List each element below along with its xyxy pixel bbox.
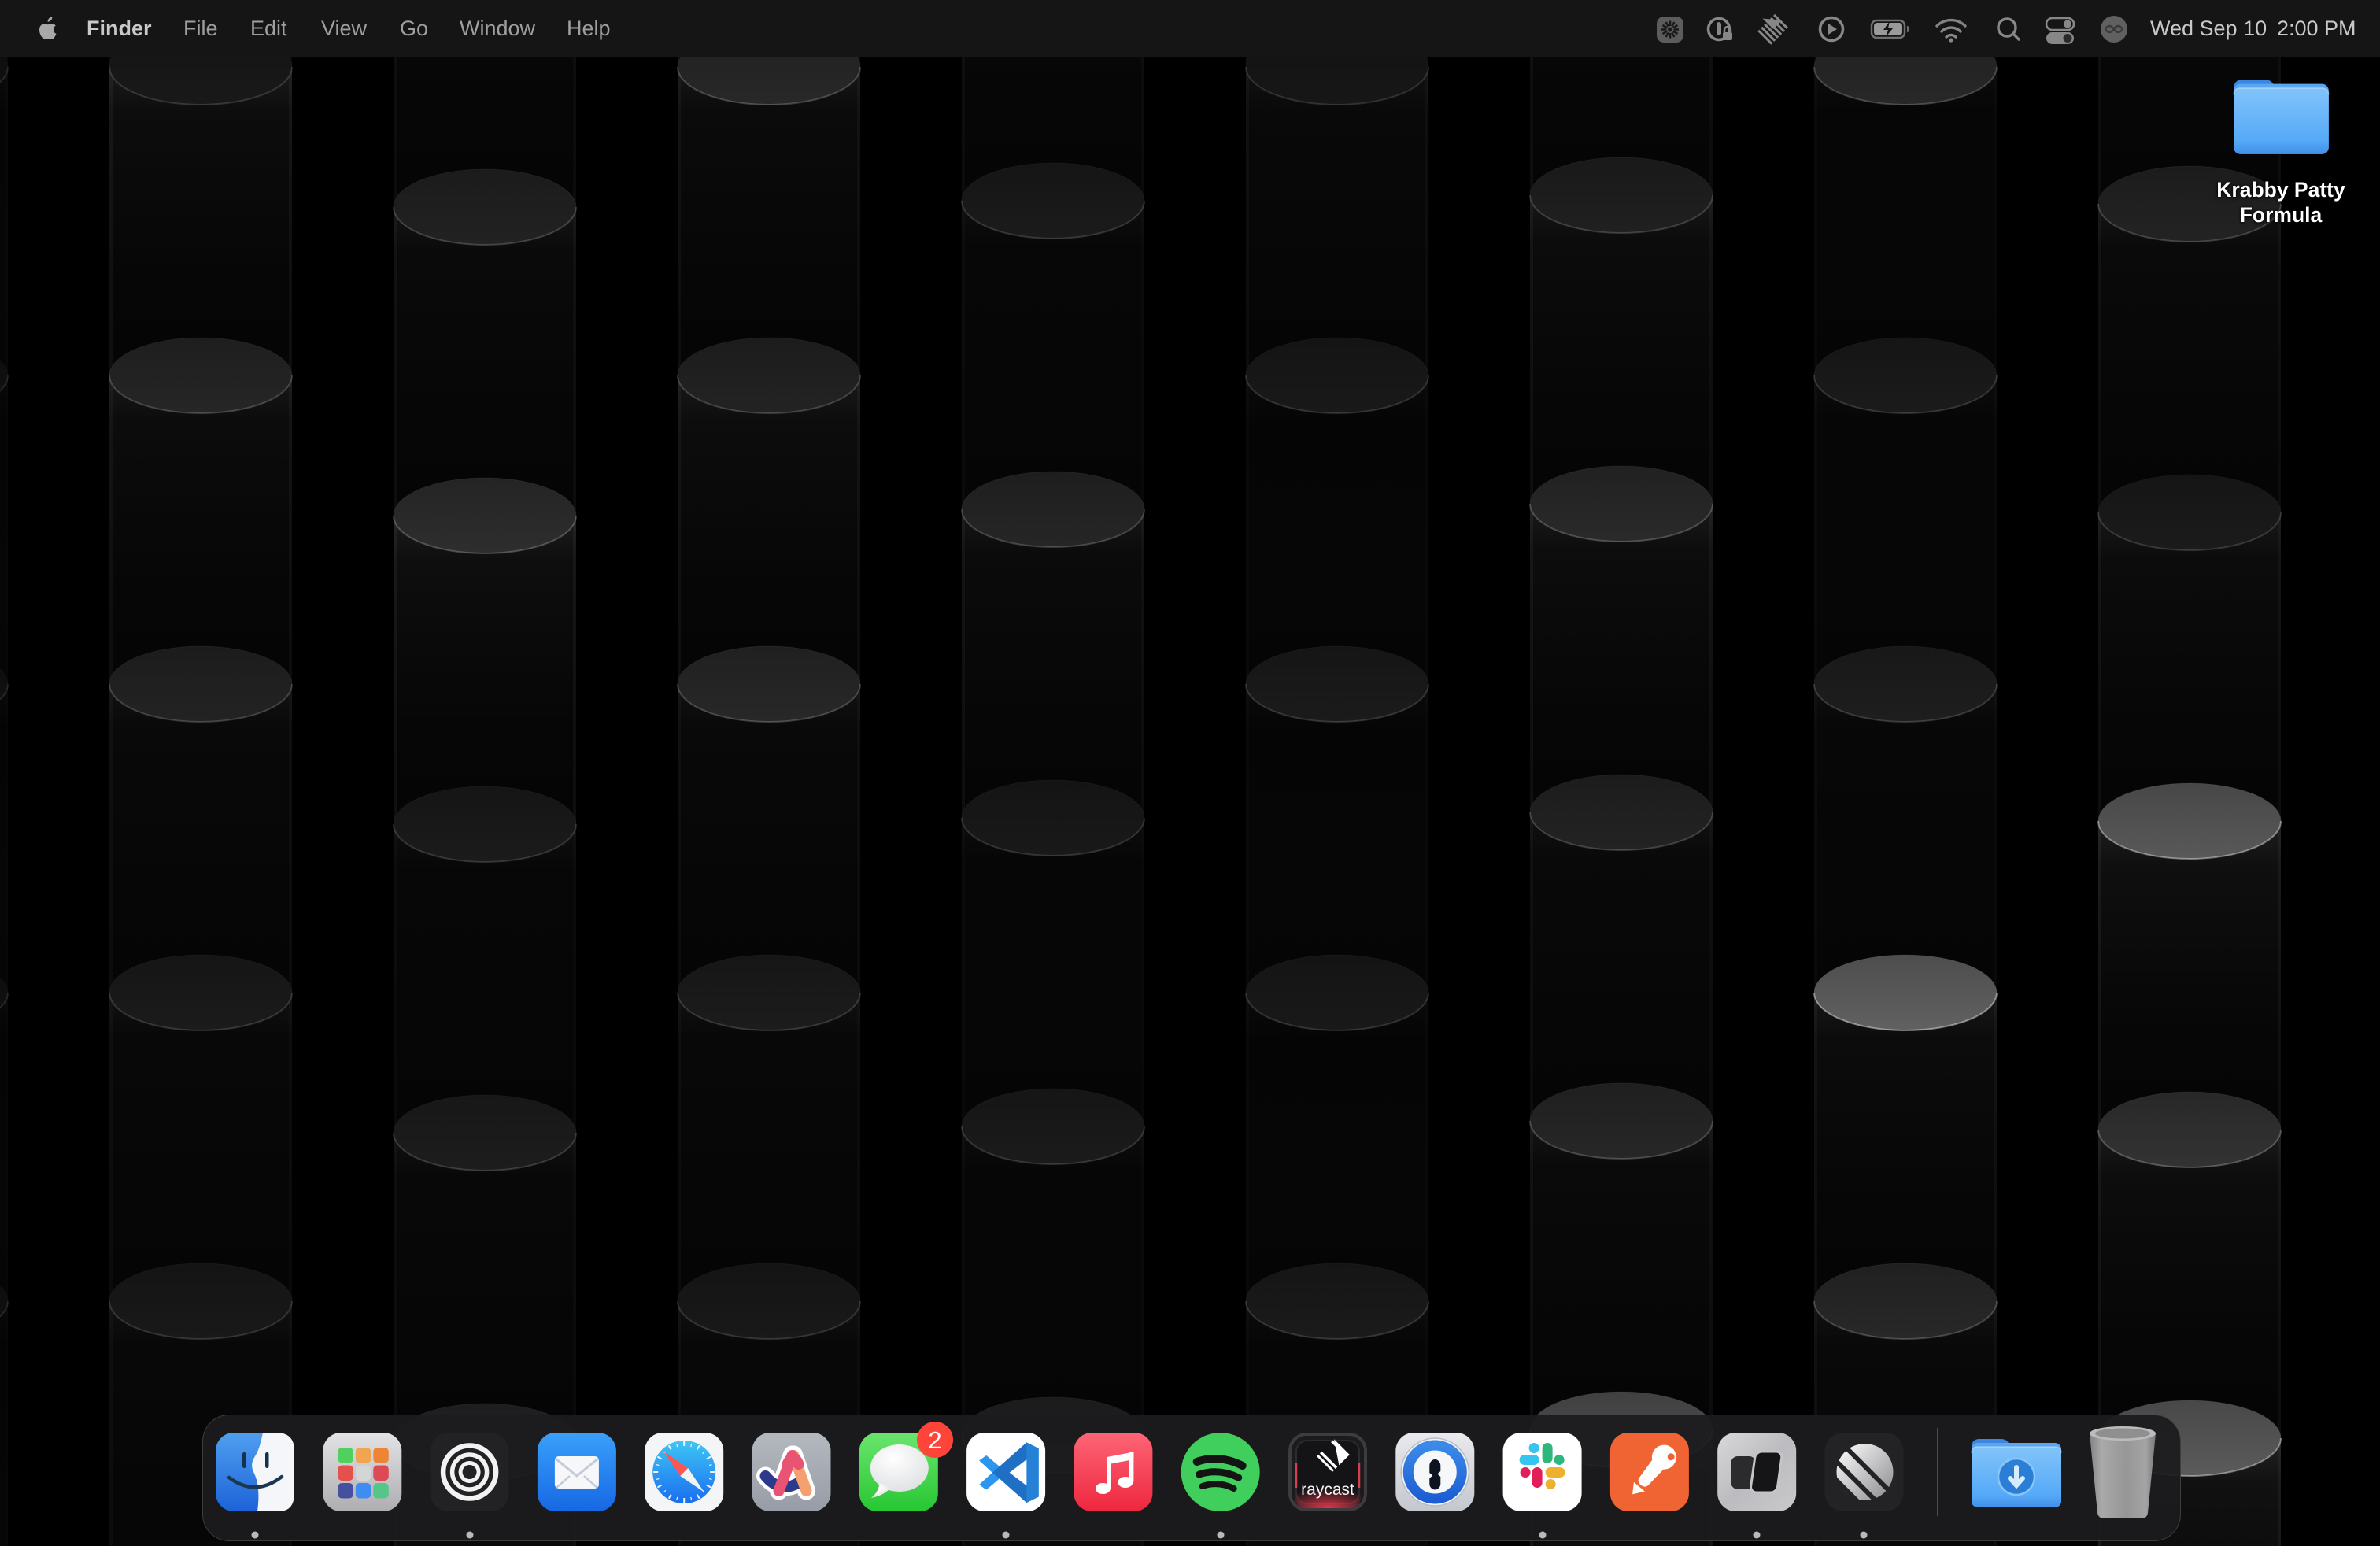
svg-text:raycast: raycast: [1301, 1481, 1354, 1499]
svg-text:2: 2: [928, 1426, 941, 1454]
